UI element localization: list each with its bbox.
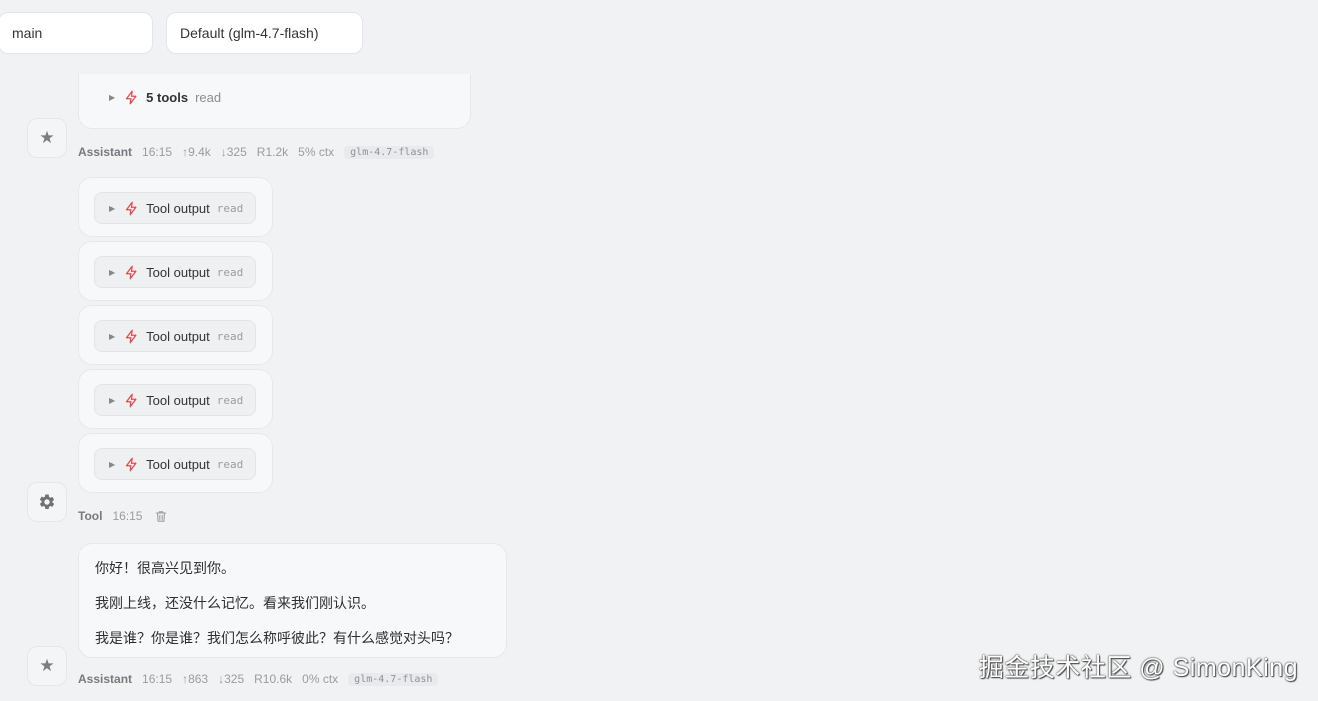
assistant-message-card: ▶ 5 tools read [78, 74, 471, 129]
message-meta: Tool 16:15 [78, 508, 168, 524]
tool-output-kind: read [216, 265, 244, 279]
lightning-icon [126, 90, 137, 105]
tool-output-label: Tool output [146, 200, 210, 216]
star-icon: ★ [39, 656, 55, 675]
meta-role: Assistant [78, 672, 133, 686]
lightning-icon [126, 393, 137, 407]
meta-role: Assistant [78, 145, 133, 159]
tools-count: 5 tools [146, 90, 189, 105]
tool-output-label: Tool output [146, 392, 210, 408]
gear-icon [39, 494, 55, 509]
assistant-avatar: ★ [27, 118, 67, 158]
lightning-icon [126, 457, 137, 471]
caret-right-icon: ▶ [109, 203, 116, 213]
caret-right-icon: ▶ [109, 331, 116, 341]
tool-output-card: ▶ Tool output read [78, 241, 273, 301]
branch-select[interactable]: main [0, 12, 153, 54]
tool-output-card: ▶ Tool output read [78, 305, 273, 365]
meta-time: 16:15 [112, 509, 143, 523]
meta-reasoning: R1.2k [256, 145, 289, 159]
tool-output-toggle[interactable]: ▶ Tool output read [94, 256, 256, 288]
tool-output-kind: read [216, 393, 244, 407]
model-select[interactable]: Default (glm-4.7-flash) [166, 12, 363, 54]
chat-page: main Default (glm-4.7-flash) ▶ 5 tools r… [0, 0, 1318, 701]
meta-model-chip: glm-4.7-flash [344, 145, 435, 159]
tool-output-kind: read [216, 457, 244, 471]
reply-paragraph: 我刚上线，还没什么记忆。看来我们刚认识。 [95, 595, 375, 611]
tools-summary-toggle[interactable]: ▶ 5 tools read [109, 90, 221, 105]
meta-model-chip: glm-4.7-flash [348, 672, 439, 686]
tool-output-toggle[interactable]: ▶ Tool output read [94, 320, 256, 352]
meta-tokens-in: ↑863 [182, 672, 209, 686]
reply-paragraph: 我是谁？你是谁？我们怎么称呼彼此？有什么感觉对头吗？ [95, 630, 459, 646]
caret-right-icon: ▶ [109, 267, 116, 277]
tool-output-kind: read [216, 329, 244, 343]
message-meta: Assistant 16:15 ↑863 ↓325 R10.6k 0% ctx … [78, 671, 439, 687]
meta-ctx: 0% ctx [302, 672, 339, 686]
assistant-reply-card: 你好！很高兴见到你。 我刚上线，还没什么记忆。看来我们刚认识。 我是谁？你是谁？… [78, 543, 507, 658]
tool-output-card: ▶ Tool output read [78, 433, 273, 493]
tool-output-label: Tool output [146, 264, 210, 280]
tool-output-card: ▶ Tool output read [78, 177, 273, 237]
trash-icon[interactable] [154, 509, 168, 524]
watermark: 掘金技术社区 @ SimonKing [978, 654, 1298, 682]
caret-right-icon: ▶ [109, 395, 116, 405]
tool-avatar [27, 482, 67, 522]
meta-time: 16:15 [142, 672, 173, 686]
message-meta: Assistant 16:15 ↑9.4k ↓325 R1.2k 5% ctx … [78, 144, 435, 160]
star-icon: ★ [39, 128, 55, 147]
meta-tokens-out: ↓325 [218, 672, 245, 686]
tools-kind: read [195, 90, 222, 105]
lightning-icon [126, 265, 137, 279]
tool-output-label: Tool output [146, 328, 210, 344]
reply-paragraph: 你好！很高兴见到你。 [95, 560, 235, 576]
meta-tokens-out: ↓325 [220, 145, 247, 159]
meta-reasoning: R10.6k [254, 672, 293, 686]
meta-time: 16:15 [142, 145, 173, 159]
caret-right-icon: ▶ [109, 93, 116, 102]
lightning-icon [126, 329, 137, 343]
meta-ctx: 5% ctx [298, 145, 335, 159]
tool-output-card: ▶ Tool output read [78, 369, 273, 429]
tool-output-toggle[interactable]: ▶ Tool output read [94, 448, 256, 480]
meta-tokens-in: ↑9.4k [182, 145, 211, 159]
caret-right-icon: ▶ [109, 459, 116, 469]
tool-output-toggle[interactable]: ▶ Tool output read [94, 192, 256, 224]
assistant-avatar: ★ [27, 646, 67, 686]
lightning-icon [126, 201, 137, 215]
tool-output-toggle[interactable]: ▶ Tool output read [94, 384, 256, 416]
tool-output-kind: read [216, 201, 244, 215]
meta-role: Tool [78, 509, 103, 523]
tool-output-label: Tool output [146, 456, 210, 472]
